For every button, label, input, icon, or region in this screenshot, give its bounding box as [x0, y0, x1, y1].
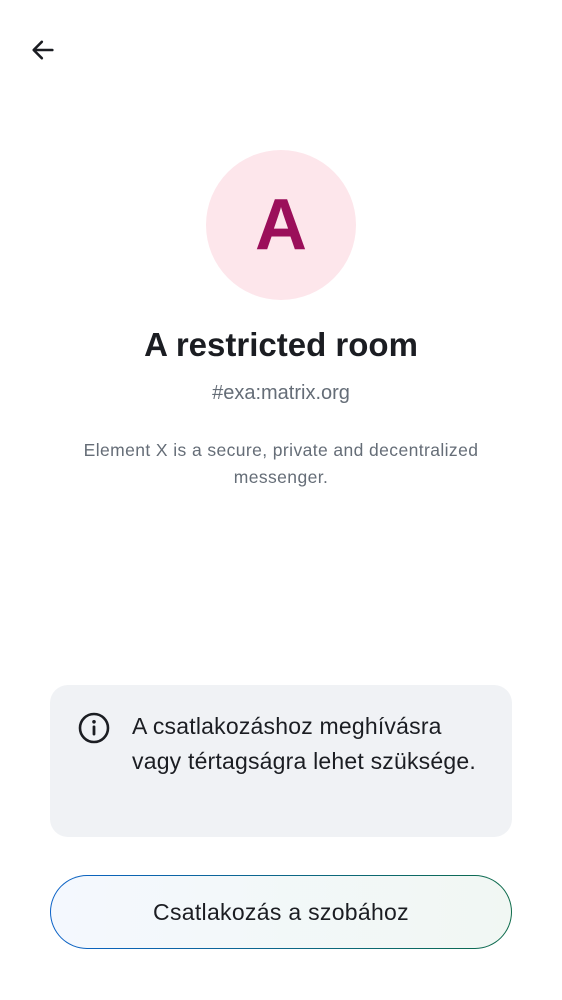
room-avatar: A — [206, 150, 356, 300]
back-button[interactable] — [18, 26, 68, 74]
restriction-notice: A csatlakozáshoz meghívásra vagy tértags… — [50, 685, 512, 837]
room-title: A restricted room — [144, 326, 418, 363]
join-room-button[interactable]: Csatlakozás a szobához — [50, 875, 512, 949]
room-alias: #exa:matrix.org — [212, 382, 350, 404]
join-room-button-label: Csatlakozás a szobához — [153, 898, 409, 925]
restriction-notice-text: A csatlakozáshoz meghívásra vagy tértags… — [132, 713, 476, 774]
arrow-left-icon — [32, 40, 54, 60]
info-icon — [78, 712, 110, 744]
room-avatar-letter: A — [255, 185, 307, 265]
join-room-screen: A A restricted room #exa:matrix.org Elem… — [0, 0, 562, 1000]
room-topic: Element X is a secure, private and decen… — [83, 440, 479, 487]
